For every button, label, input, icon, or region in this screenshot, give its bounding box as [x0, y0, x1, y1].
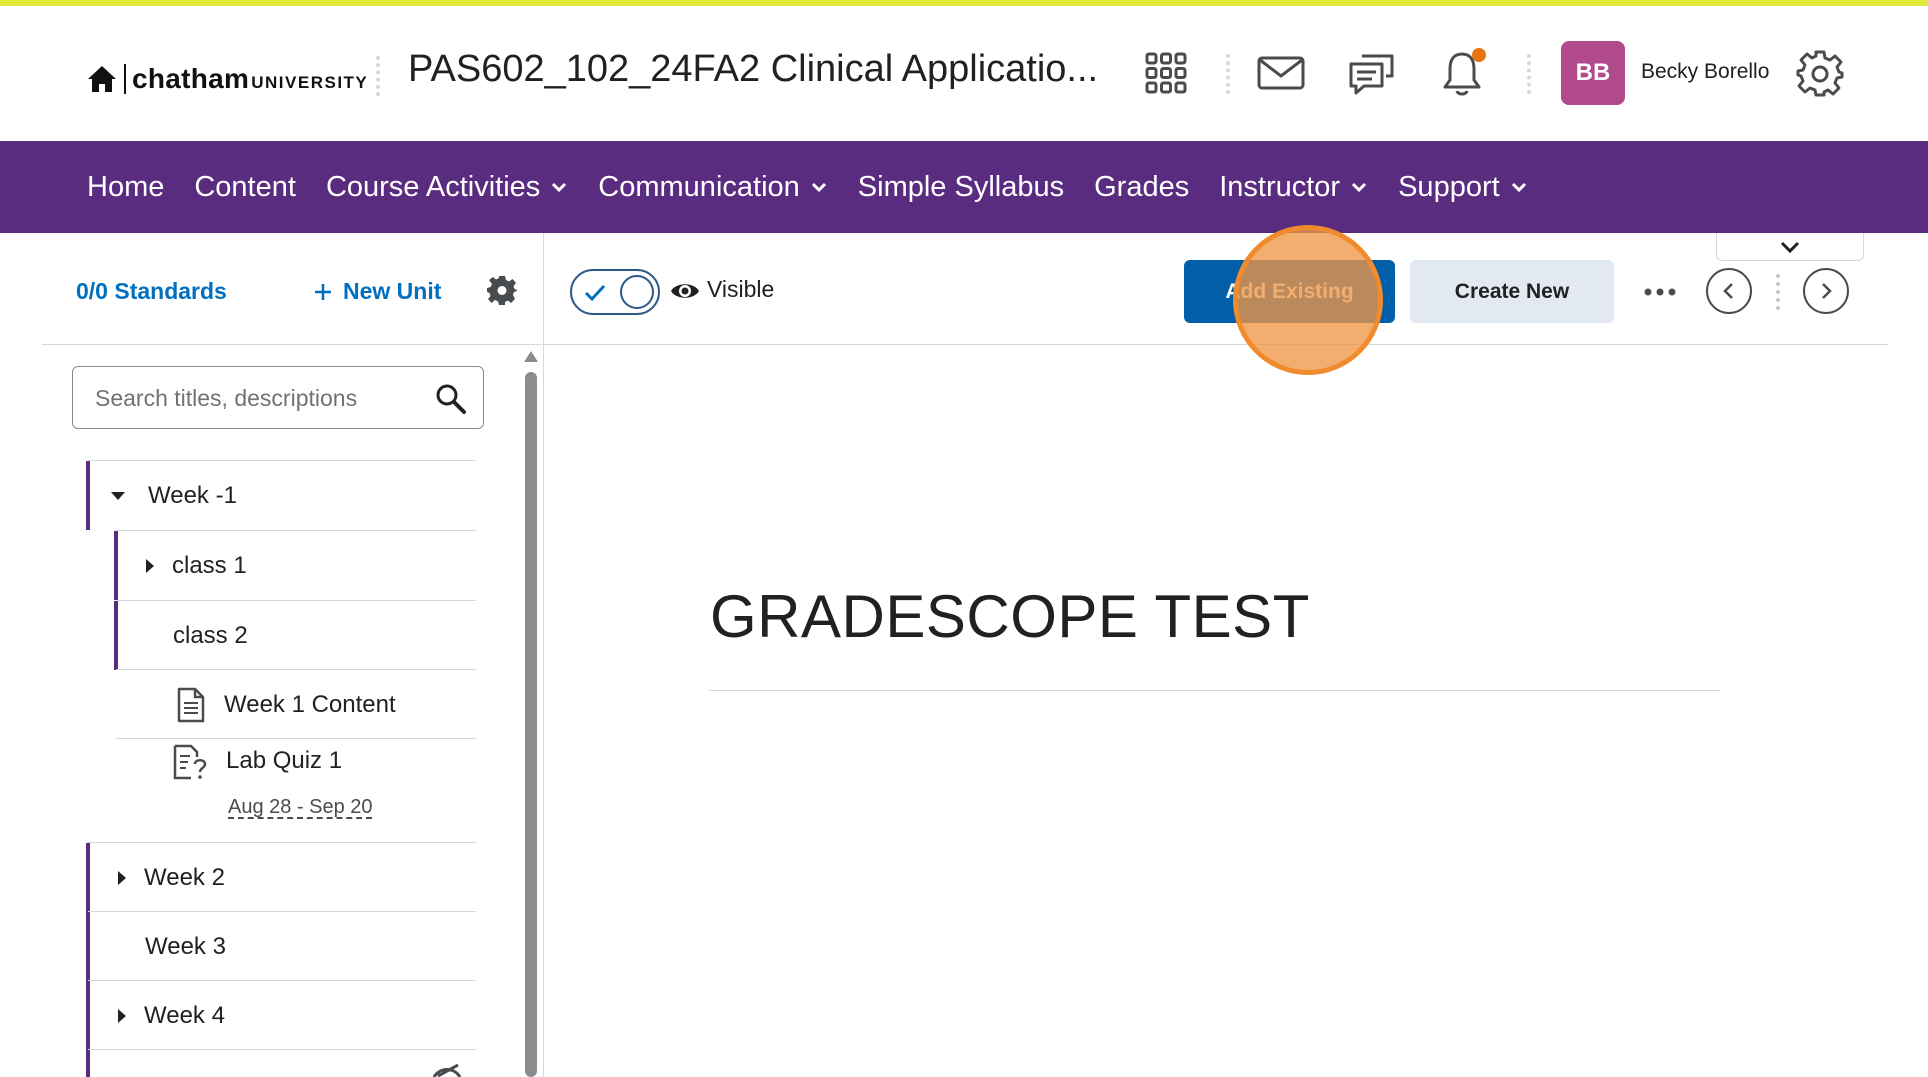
tree-topic-week-1-content[interactable]: Week 1 Content: [118, 670, 476, 739]
caret-down-icon[interactable]: [108, 486, 128, 506]
settings-gear-icon[interactable]: [487, 275, 517, 305]
search-box: [72, 366, 484, 429]
logo-separator: [124, 64, 126, 94]
chevron-down-icon: [1352, 182, 1367, 193]
tree-unit-week-2[interactable]: Week 2: [86, 843, 476, 912]
tree-item-label: Lab Quiz 1: [226, 747, 343, 774]
checkmark-icon: [584, 284, 606, 302]
next-button[interactable]: [1803, 268, 1849, 314]
more-options-icon[interactable]: [1640, 272, 1680, 312]
previous-button[interactable]: [1706, 268, 1752, 314]
tree-lesson-class-1[interactable]: class 1: [114, 531, 476, 600]
notification-dot: [1472, 48, 1486, 62]
house-icon: [88, 66, 116, 92]
quiz-date-range[interactable]: Aug 28 - Sep 20: [228, 796, 373, 819]
avatar[interactable]: BB: [1561, 41, 1625, 105]
toggle-knob: [620, 275, 654, 309]
chevron-right-icon: [1822, 283, 1832, 299]
header-divider: [1226, 54, 1230, 94]
chevron-down-icon: [811, 182, 826, 193]
logo-text: chatham UNIVERSITY: [132, 63, 369, 94]
nav-support[interactable]: Support: [1398, 171, 1528, 204]
tree-item-label: Week 1 Content: [224, 690, 396, 718]
tree-unit-week-minus-1[interactable]: Week -1: [86, 461, 476, 530]
sidebar-toolbar: 0/0 Standards New Unit: [0, 233, 543, 345]
chat-icon[interactable]: [1346, 47, 1398, 99]
caret-right-icon[interactable]: [112, 1006, 132, 1026]
toolbar-rule: [544, 344, 1888, 345]
scroll-up-arrow[interactable]: [524, 351, 538, 362]
eye-icon: [671, 284, 699, 298]
tree-item-label: class 1: [172, 551, 247, 579]
course-title[interactable]: PAS602_102_24FA2 Clinical Applicatio...: [408, 48, 1098, 91]
gear-icon[interactable]: [1794, 47, 1846, 99]
standards-link[interactable]: 0/0 Standards: [76, 278, 227, 305]
caret-right-icon[interactable]: [140, 556, 160, 576]
nav-grades[interactable]: Grades: [1094, 171, 1189, 204]
nav-simple-syllabus-label: Simple Syllabus: [857, 170, 1065, 203]
toolbar-rule: [42, 344, 543, 345]
search-input[interactable]: [95, 381, 425, 415]
tree-lesson-class-2[interactable]: class 2: [114, 601, 476, 670]
page-title: GRADESCOPE TEST: [710, 583, 1310, 650]
nav-simple-syllabus[interactable]: Simple Syllabus: [858, 171, 1064, 204]
tree-unit-week-3[interactable]: Week 3: [86, 912, 476, 981]
new-unit-label: New Unit: [343, 278, 442, 304]
quiz-icon: [173, 744, 207, 780]
pane-divider: [543, 233, 544, 1077]
search-icon[interactable]: [435, 383, 467, 415]
tree-item-label: Week 2: [144, 863, 225, 891]
sidebar-scrollbar[interactable]: [525, 372, 537, 1077]
nav-divider: [1776, 274, 1780, 310]
collapse-header-button[interactable]: [1716, 233, 1864, 261]
nav-content-label: Content: [194, 170, 296, 203]
nav-support-label: Support: [1398, 170, 1500, 203]
header-divider: [376, 56, 380, 96]
caret-right-icon[interactable]: [112, 868, 132, 888]
chevron-down-icon: [1511, 182, 1526, 193]
visibility-toggle[interactable]: [570, 269, 660, 315]
nav-content[interactable]: Content: [194, 171, 296, 204]
tree-topic-lab-quiz-1[interactable]: Lab Quiz 1: [118, 744, 476, 796]
chevron-down-icon: [1780, 241, 1800, 253]
tree-unit-week-4[interactable]: Week 4: [86, 981, 476, 1050]
nav-home[interactable]: Home: [87, 171, 164, 204]
tree-item-label: Week -1: [148, 481, 237, 509]
chevron-left-icon: [1723, 283, 1733, 299]
document-icon: [177, 687, 205, 722]
nav-instructor-label: Instructor: [1219, 170, 1341, 203]
tree-item-label: class 2: [173, 621, 248, 649]
nav-grades-label: Grades: [1094, 170, 1190, 203]
tree-item-label: Week 3: [145, 932, 226, 960]
plus-icon: [315, 283, 331, 300]
waffle-icon[interactable]: [1140, 47, 1192, 99]
tree-item-label: Week 4: [144, 1001, 225, 1029]
nav-communication-label: Communication: [598, 170, 800, 203]
tree-separator: [116, 738, 476, 739]
nav-course-activities[interactable]: Course Activities: [326, 171, 568, 204]
chevron-down-icon: [552, 182, 567, 193]
nav-course-activities-label: Course Activities: [325, 170, 541, 203]
user-name[interactable]: Becky Borello: [1641, 60, 1769, 84]
title-rule: [709, 690, 1721, 691]
nav-home-label: Home: [87, 170, 165, 203]
nav-instructor[interactable]: Instructor: [1219, 171, 1368, 204]
course-navbar: Home Content Course Activities Communica…: [0, 141, 1928, 233]
new-unit-button[interactable]: New Unit: [313, 278, 441, 305]
header-divider: [1527, 54, 1531, 94]
tree-unit-partial[interactable]: [86, 1050, 476, 1077]
mail-icon[interactable]: [1255, 47, 1307, 99]
create-new-button[interactable]: Create New: [1410, 260, 1614, 323]
visibility-label: Visible: [707, 276, 775, 302]
nav-communication[interactable]: Communication: [598, 171, 827, 204]
add-existing-button[interactable]: Add Existing: [1184, 260, 1395, 323]
hidden-eye-icon: [432, 1064, 462, 1077]
university-logo[interactable]: chatham UNIVERSITY: [86, 61, 368, 97]
